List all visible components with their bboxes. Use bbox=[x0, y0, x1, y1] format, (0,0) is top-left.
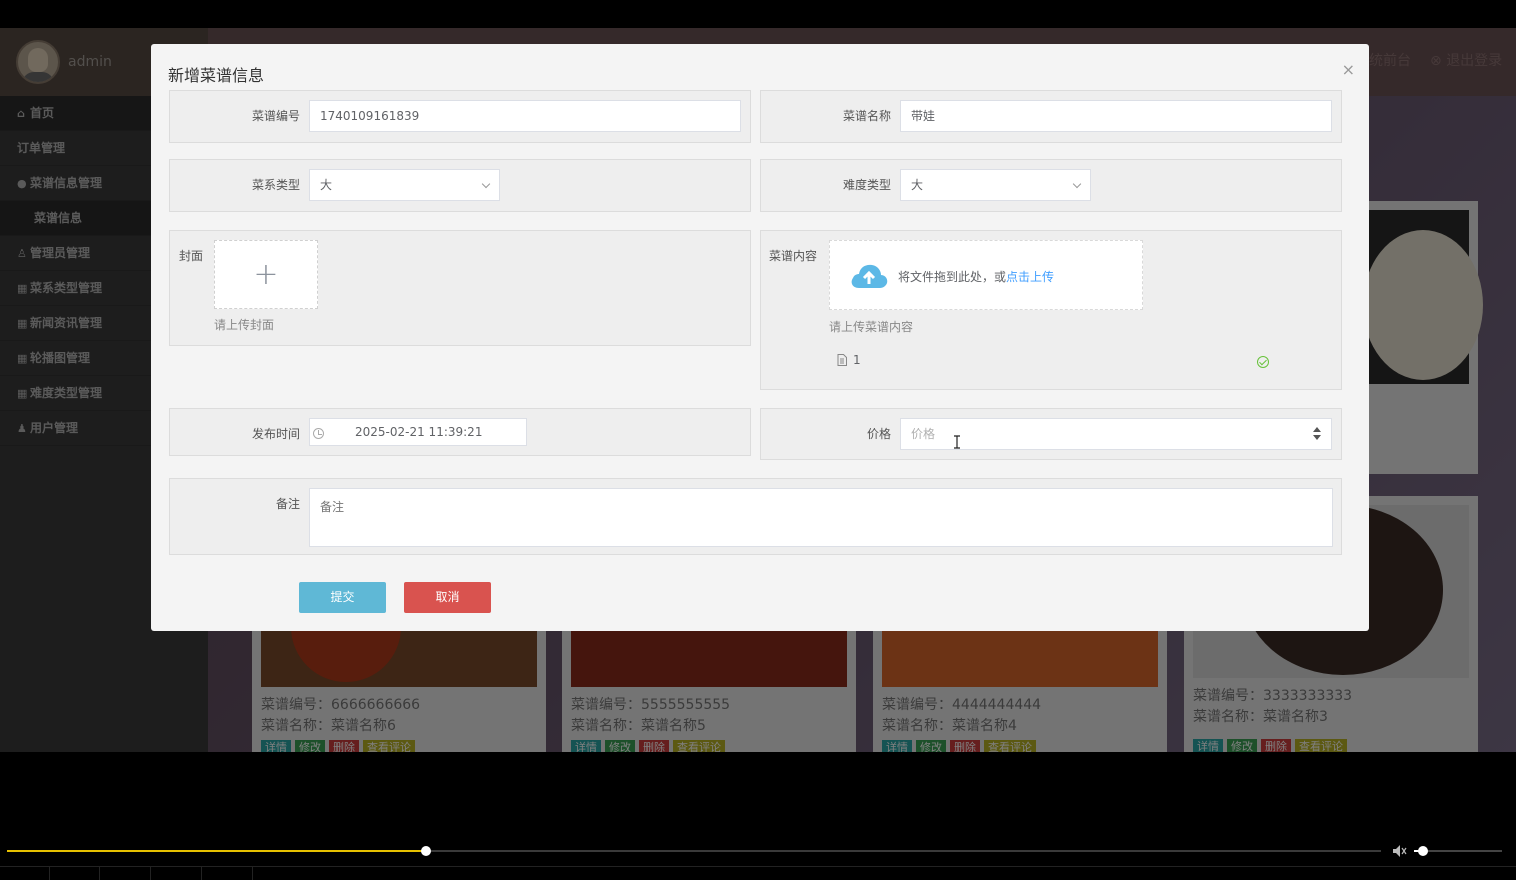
check-circle-icon bbox=[1257, 356, 1269, 368]
seek-handle[interactable] bbox=[421, 846, 432, 856]
upload-instruction: 将文件拖到此处，或 bbox=[898, 270, 1007, 284]
publish-time-picker[interactable]: 2025-02-21 11:39:21 bbox=[309, 418, 527, 446]
click-upload-link[interactable]: 点击上传 bbox=[1006, 270, 1054, 284]
close-icon[interactable]: × bbox=[1342, 62, 1355, 78]
uploaded-file[interactable]: 1 bbox=[837, 353, 861, 367]
dialog-title: 新增菜谱信息 bbox=[168, 66, 265, 85]
field-recipe-code: 菜谱编号 1740109161839 bbox=[169, 90, 751, 143]
price-label: 价格 bbox=[866, 427, 891, 441]
content-hint: 请上传菜谱内容 bbox=[829, 320, 914, 334]
text-cursor-icon bbox=[954, 435, 960, 449]
recipe-code-input[interactable]: 1740109161839 bbox=[309, 100, 741, 132]
submit-button[interactable]: 提交 bbox=[299, 582, 386, 613]
recipe-content-label: 菜谱内容 bbox=[769, 249, 818, 263]
cuisine-type-select[interactable]: 大 bbox=[309, 169, 500, 201]
seek-progress bbox=[7, 850, 427, 852]
cuisine-type-label: 菜系类型 bbox=[251, 178, 300, 192]
add-recipe-dialog: 新增菜谱信息 × 菜谱编号 1740109161839 菜谱名称 带娃 菜系类型… bbox=[151, 44, 1369, 631]
field-cuisine-type: 菜系类型 大 bbox=[169, 159, 751, 212]
clock-icon bbox=[313, 428, 324, 439]
content-upload-dropzone[interactable]: 将文件拖到此处，或点击上传 bbox=[829, 240, 1143, 310]
chevron-down-icon bbox=[481, 179, 491, 189]
recipe-name-label: 菜谱名称 bbox=[842, 109, 891, 123]
field-remark: 备注 bbox=[169, 478, 1342, 555]
screen: admin ⌂首页 订单管理 ●菜谱信息管理 菜谱信息 ♙管理员管理 ▦菜系类型… bbox=[0, 0, 1516, 880]
control-strip bbox=[0, 866, 1516, 880]
document-icon bbox=[837, 354, 847, 366]
difficulty-type-select[interactable]: 大 bbox=[900, 169, 1091, 201]
publish-time-label: 发布时间 bbox=[251, 427, 300, 441]
file-name: 1 bbox=[853, 353, 861, 367]
volume-icon[interactable] bbox=[1392, 844, 1408, 858]
number-spinner-icon[interactable] bbox=[1313, 427, 1321, 441]
cloud-upload-icon bbox=[851, 264, 888, 288]
field-publish-time: 发布时间 2025-02-21 11:39:21 bbox=[169, 408, 751, 456]
field-cover: 封面 + 请上传封面 bbox=[169, 230, 751, 346]
cover-upload[interactable]: + bbox=[214, 240, 318, 309]
plus-icon: + bbox=[253, 256, 279, 292]
remark-label: 备注 bbox=[275, 497, 300, 511]
cover-hint: 请上传封面 bbox=[214, 318, 275, 332]
volume-handle[interactable] bbox=[1417, 846, 1428, 856]
field-difficulty-type: 难度类型 大 bbox=[760, 159, 1342, 212]
price-input[interactable]: 价格 bbox=[900, 418, 1332, 450]
field-price: 价格 价格 bbox=[760, 408, 1342, 460]
cancel-button[interactable]: 取消 bbox=[404, 582, 491, 613]
field-recipe-content: 菜谱内容 将文件拖到此处，或点击上传 请上传菜谱内容 1 bbox=[760, 230, 1342, 390]
cover-label: 封面 bbox=[179, 249, 204, 263]
video-player-controls bbox=[0, 838, 1516, 880]
seek-bar[interactable] bbox=[7, 846, 1381, 856]
chevron-down-icon bbox=[1072, 179, 1082, 189]
field-recipe-name: 菜谱名称 带娃 bbox=[760, 90, 1342, 143]
recipe-name-input[interactable]: 带娃 bbox=[900, 100, 1332, 132]
recipe-code-label: 菜谱编号 bbox=[251, 109, 300, 123]
volume-slider[interactable] bbox=[1414, 846, 1502, 856]
difficulty-type-label: 难度类型 bbox=[842, 178, 891, 192]
remark-textarea[interactable] bbox=[309, 488, 1333, 547]
